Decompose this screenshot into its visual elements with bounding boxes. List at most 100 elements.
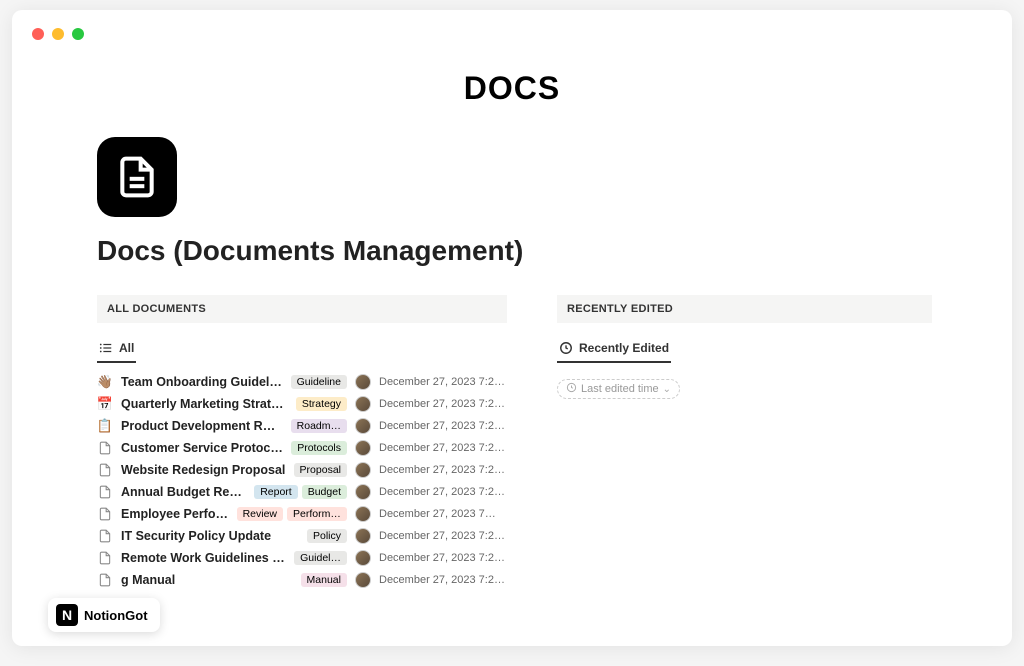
page-icon[interactable] (97, 137, 177, 217)
page-icon (97, 572, 113, 588)
tag: Strategy (296, 397, 347, 411)
minimize-window-button[interactable] (52, 28, 64, 40)
document-date: December 27, 2023 7… (379, 508, 507, 520)
filter-label: Last edited time (581, 383, 659, 395)
section-header-all: ALL DOCUMENTS (97, 295, 507, 323)
page-icon (97, 528, 113, 544)
document-row[interactable]: Annual Budget Report 2023 Report Budget Dec… (97, 481, 507, 503)
document-title: Annual Budget Report 2023 (121, 485, 246, 499)
tag: Report (254, 485, 298, 499)
author-avatar (355, 528, 371, 544)
document-title: Website Redesign Proposal (121, 463, 285, 477)
document-title: Customer Service Protocols (121, 441, 283, 455)
document-date: December 27, 2023 7:29 PM (379, 376, 507, 388)
tag: Guidel… (294, 551, 347, 565)
tag-group: Policy (307, 529, 347, 543)
document-title: Product Development Roadmap 2… (121, 419, 283, 433)
brand-name: NotionGot (84, 608, 148, 623)
hero-title: DOCS (12, 70, 1012, 107)
document-date: December 27, 2023 7:27 PM (379, 442, 507, 454)
author-avatar (355, 440, 371, 456)
document-title: Employee Performance Review… (121, 507, 229, 521)
maximize-window-button[interactable] (72, 28, 84, 40)
document-title: g Manual (121, 573, 175, 587)
document-row[interactable]: IT Security Policy Update Policy December … (97, 525, 507, 547)
tag-group: Protocols (291, 441, 347, 455)
document-date: December 27, 2023 7:27 PM (379, 486, 507, 498)
document-title: IT Security Policy Update (121, 529, 271, 543)
author-avatar (355, 572, 371, 588)
document-row[interactable]: Website Redesign Proposal Proposal Decembe… (97, 459, 507, 481)
tab-recently-edited[interactable]: Recently Edited (557, 337, 671, 363)
page-icon (97, 484, 113, 500)
page-content: DOCS Docs (Documents Management) ALL DOC… (12, 10, 1012, 591)
tab-all-label: All (119, 341, 134, 355)
page-icon (97, 440, 113, 456)
all-documents-section: ALL DOCUMENTS All 👋🏽 Team Onboarding Guid… (97, 295, 507, 591)
author-avatar (355, 484, 371, 500)
tag: Policy (307, 529, 347, 543)
document-row[interactable]: 📅 Quarterly Marketing Strategy Strategy Dec… (97, 393, 507, 415)
emoji-icon: 📅 (97, 396, 113, 412)
document-date: December 27, 2023 7:27 PM (379, 574, 507, 586)
document-title: Quarterly Marketing Strategy (121, 397, 288, 411)
document-date: December 27, 2023 7:27 PM (379, 530, 507, 542)
recently-edited-section: RECENTLY EDITED Recently Edited Last edi (557, 295, 932, 591)
document-date: December 27, 2023 7:2… (379, 552, 507, 564)
document-row[interactable]: g Manual Manual December 27, 2023 7:27 PM (97, 569, 507, 591)
author-avatar (355, 462, 371, 478)
tag-group: Report Budget (254, 485, 347, 499)
document-date: December 27, 2023 7:29 PM (379, 398, 507, 410)
page-icon (97, 462, 113, 478)
document-row[interactable]: 👋🏽 Team Onboarding Guidelines Guideline Dec… (97, 371, 507, 393)
section-header-recent: RECENTLY EDITED (557, 295, 932, 323)
app-window: DOCS Docs (Documents Management) ALL DOC… (12, 10, 1012, 646)
brand-logo-icon: N (56, 604, 78, 626)
document-row[interactable]: 📋 Product Development Roadmap 2… Roadm… Dec… (97, 415, 507, 437)
tag: Budget (302, 485, 347, 499)
tag: Proposal (294, 463, 347, 477)
tag-group: Review Performan (237, 507, 347, 521)
tag-group: Proposal (294, 463, 347, 477)
tag-group: Guidel… (294, 551, 347, 565)
document-list: 👋🏽 Team Onboarding Guidelines Guideline Dec… (97, 371, 507, 591)
tag: Manual (301, 573, 347, 587)
clock-icon (559, 341, 573, 355)
clock-outline-icon (566, 382, 577, 396)
author-avatar (355, 374, 371, 390)
document-row[interactable]: Customer Service Protocols Protocols Decem… (97, 437, 507, 459)
document-row[interactable]: Remote Work Guidelines and Best Pr… Guide… (97, 547, 507, 569)
emoji-icon: 📋 (97, 418, 113, 434)
chevron-down-icon: ⌄ (663, 384, 671, 395)
emoji-icon: 👋🏽 (97, 374, 113, 390)
author-avatar (355, 550, 371, 566)
document-date: December 27, 2023 7:27 PM (379, 464, 507, 476)
list-icon (99, 341, 113, 355)
tag-group: Manual (301, 573, 347, 587)
close-window-button[interactable] (32, 28, 44, 40)
page-icon (97, 506, 113, 522)
window-controls (32, 28, 84, 40)
document-title: Remote Work Guidelines and Best Pr… (121, 551, 286, 565)
author-avatar (355, 418, 371, 434)
tag: Roadm… (291, 419, 347, 433)
tag-group: Guideline (291, 375, 347, 389)
tag: Guideline (291, 375, 347, 389)
document-icon (115, 155, 159, 199)
tab-recent-label: Recently Edited (579, 341, 669, 355)
tag: Review (237, 507, 283, 521)
last-edited-filter[interactable]: Last edited time ⌄ (557, 379, 680, 399)
author-avatar (355, 396, 371, 412)
document-row[interactable]: Employee Performance Review… Review Perfor… (97, 503, 507, 525)
tag-group: Roadm… (291, 419, 347, 433)
document-date: December 27, 2023 7:29 … (379, 420, 507, 432)
tag: Performan (287, 507, 347, 521)
tag: Protocols (291, 441, 347, 455)
tag-group: Strategy (296, 397, 347, 411)
author-avatar (355, 506, 371, 522)
brand-badge[interactable]: N NotionGot (48, 598, 160, 632)
tab-all[interactable]: All (97, 337, 136, 363)
page-icon (97, 550, 113, 566)
document-title: Team Onboarding Guidelines (121, 375, 283, 389)
page-title: Docs (Documents Management) (97, 235, 932, 267)
